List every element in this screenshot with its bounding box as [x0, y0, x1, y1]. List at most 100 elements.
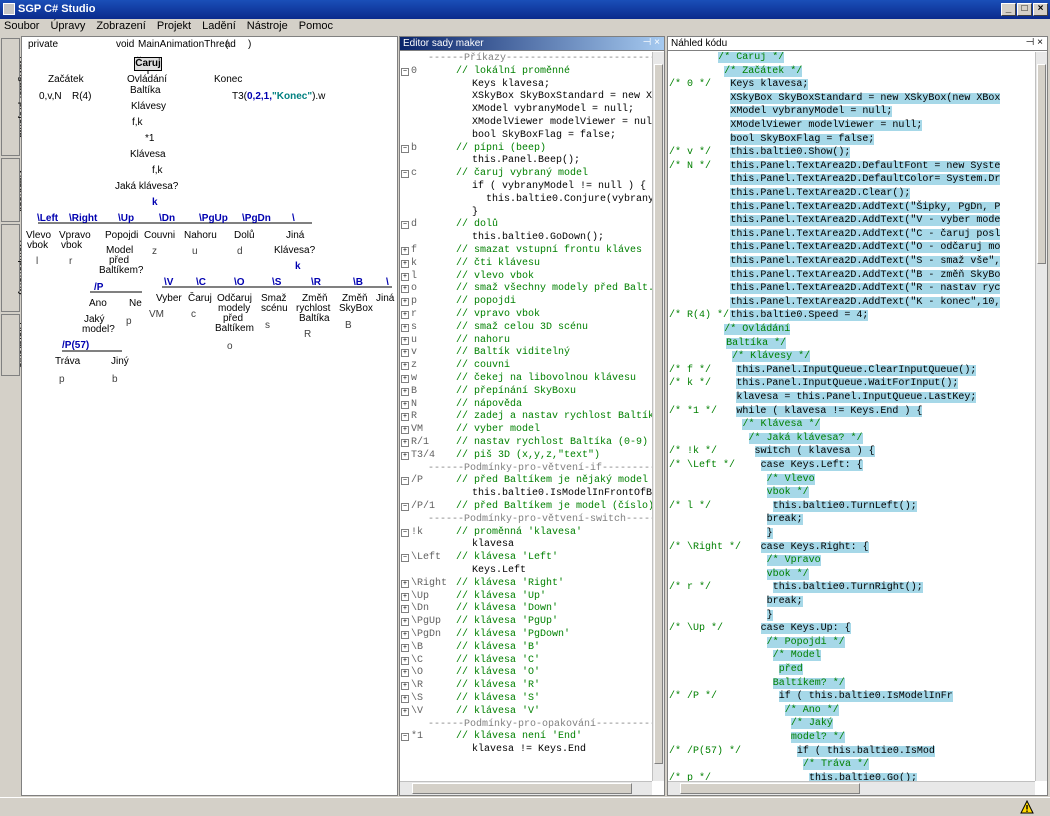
- diagram-node[interactable]: f,k: [132, 117, 143, 128]
- diagram-macro[interactable]: p: [59, 374, 65, 385]
- preview-line[interactable]: /* \Up */ case Keys.Up: {: [668, 623, 1035, 637]
- preview-line[interactable]: /* Jaký: [668, 718, 1035, 732]
- preview-line[interactable]: /* \Left */ case Keys.Left: {: [668, 460, 1035, 474]
- diagram-macro[interactable]: s: [265, 320, 270, 331]
- diagram-node[interactable]: 0,v,N: [39, 91, 62, 102]
- preview-line[interactable]: /* Ano */: [668, 704, 1035, 719]
- diagram-node[interactable]: *1: [145, 133, 154, 144]
- editor-vscroll[interactable]: [652, 52, 664, 781]
- expand-icon[interactable]: +: [401, 669, 409, 678]
- collapse-icon[interactable]: −: [401, 144, 409, 153]
- diagram-condition[interactable]: \S: [272, 277, 281, 288]
- expand-icon[interactable]: +: [401, 439, 409, 447]
- preview-line[interactable]: }: [668, 528, 1035, 542]
- expand-icon[interactable]: +: [401, 336, 409, 345]
- expand-icon[interactable]: +: [401, 631, 409, 639]
- diagram-macro[interactable]: B: [345, 320, 352, 331]
- expand-icon[interactable]: +: [401, 579, 409, 588]
- diagram-condition[interactable]: \O: [234, 277, 245, 288]
- diagram-macro[interactable]: d: [237, 246, 243, 257]
- diagram-condition[interactable]: \PgDn: [242, 213, 271, 224]
- collapse-icon[interactable]: −: [401, 554, 409, 563]
- collapse-icon[interactable]: −: [401, 67, 409, 76]
- preview-line[interactable]: /* N */ this.Panel.TextArea2D.DefaultFont…: [668, 160, 1035, 175]
- collapse-icon[interactable]: −: [401, 221, 409, 230]
- diagram-condition[interactable]: /P: [94, 282, 103, 293]
- diagram-node[interactable]: Klávesa?: [274, 245, 315, 256]
- expand-icon[interactable]: +: [401, 311, 409, 319]
- preview-line[interactable]: break;: [668, 596, 1035, 610]
- diagram-node[interactable]: Jiná: [286, 230, 304, 241]
- diagram-node[interactable]: model?: [82, 324, 115, 335]
- diagram-condition[interactable]: \: [386, 277, 389, 288]
- expand-icon[interactable]: +: [401, 413, 409, 422]
- menu-item[interactable]: Pomoc: [299, 20, 333, 32]
- diagram-macro[interactable]: p: [126, 316, 132, 327]
- diagram-node[interactable]: Jiná: [376, 293, 394, 304]
- diagram-condition[interactable]: \R: [311, 277, 321, 288]
- expand-icon[interactable]: +: [401, 656, 409, 665]
- expand-icon[interactable]: +: [401, 695, 409, 703]
- preview-line[interactable]: this.Panel.TextArea2D.AddText("O - odčar…: [668, 242, 1035, 256]
- preview-line[interactable]: XModelViewer modelViewer = null;: [668, 120, 1035, 134]
- diagram-node[interactable]: Couvni: [144, 230, 175, 241]
- diagram-condition[interactable]: \C: [196, 277, 206, 288]
- preview-line[interactable]: model? */: [668, 732, 1035, 746]
- expand-icon[interactable]: +: [401, 272, 409, 281]
- vtab-item[interactable]: Navigátor projektu: [1, 38, 28, 156]
- preview-line[interactable]: /* l */ this.baltie0.TurnLeft();: [668, 500, 1035, 515]
- preview-line[interactable]: /* Model: [668, 650, 1035, 664]
- preview-line[interactable]: /* f */ this.Panel.InputQueue.ClearInputQ…: [668, 364, 1035, 379]
- diagram-node[interactable]: vbok: [61, 240, 82, 251]
- minimize-button[interactable]: _: [1001, 3, 1016, 16]
- diagram-condition[interactable]: \V: [164, 277, 173, 288]
- diagram-macro[interactable]: u: [192, 246, 198, 257]
- preview-line[interactable]: /* /P */ if ( this.baltie0.IsModelInFr: [668, 691, 1035, 705]
- expand-icon[interactable]: +: [401, 682, 409, 691]
- preview-line[interactable]: this.Panel.TextArea2D.AddText("K - konec…: [668, 296, 1035, 311]
- preview-line[interactable]: this.Panel.TextArea2D.AddText("C - čaruj…: [668, 228, 1035, 243]
- expand-icon[interactable]: +: [401, 592, 409, 601]
- menu-item[interactable]: Projekt: [157, 20, 191, 32]
- expand-icon[interactable]: +: [401, 605, 409, 614]
- preview-line[interactable]: Baltíka */: [668, 337, 1035, 352]
- preview-line[interactable]: /* Klávesa */: [668, 419, 1035, 433]
- preview-line[interactable]: /* *1 */ while ( klavesa != Keys.End ) {: [668, 405, 1035, 420]
- preview-line[interactable]: this.Panel.TextArea2D.Clear();: [668, 188, 1035, 202]
- preview-body[interactable]: /* Čaruj */ /* Začátek */ /* 0 */ Keys klav…: [668, 52, 1035, 781]
- diagram-node[interactable]: Konec: [214, 74, 242, 85]
- preview-line[interactable]: /* /P(57) */ if ( this.baltie0.IsMod: [668, 745, 1035, 760]
- preview-line[interactable]: /* r */ this.baltie0.TurnRight();: [668, 582, 1035, 596]
- editor-hscroll[interactable]: [400, 781, 652, 795]
- menu-item[interactable]: Soubor: [4, 20, 39, 32]
- collapse-icon[interactable]: −: [401, 477, 409, 486]
- preview-line[interactable]: /* Tráva */: [668, 759, 1035, 773]
- diagram-macro[interactable]: R: [304, 329, 311, 340]
- preview-line[interactable]: /* Popojdi */: [668, 636, 1035, 651]
- diagram-condition[interactable]: \Right: [69, 213, 97, 224]
- preview-line[interactable]: /* !k */ switch ( klavesa ) {: [668, 446, 1035, 460]
- diagram-condition[interactable]: \Up: [118, 213, 134, 224]
- diagram-node[interactable]: Ne: [129, 298, 142, 309]
- preview-line[interactable]: }: [668, 609, 1035, 624]
- diagram-node[interactable]: Vyber: [156, 293, 182, 304]
- diagram-condition[interactable]: k: [295, 261, 301, 272]
- diagram-node[interactable]: Tráva: [55, 356, 80, 367]
- diagram-node[interactable]: Baltíkem: [215, 323, 254, 334]
- diagram-node[interactable]: SkyBox: [339, 303, 373, 314]
- diagram-condition[interactable]: \PgUp: [199, 213, 228, 224]
- diagram-condition[interactable]: \Dn: [159, 213, 175, 224]
- pin-close-icon[interactable]: ⊣ ×: [1026, 37, 1043, 48]
- expand-icon[interactable]: +: [401, 707, 409, 716]
- diagram-node[interactable]: Čaruj: [188, 293, 212, 304]
- preview-line[interactable]: /* Začátek */: [668, 65, 1035, 80]
- diagram-macro[interactable]: l: [36, 256, 38, 267]
- preview-line[interactable]: /* k */ this.Panel.InputQueue.WaitForInpu…: [668, 378, 1035, 392]
- preview-line[interactable]: XSkyBox SkyBoxStandard = new XSkyBox(new…: [668, 92, 1035, 107]
- diagram-condition[interactable]: \B: [353, 277, 363, 288]
- preview-line[interactable]: /* Čaruj */: [668, 52, 1035, 66]
- preview-line[interactable]: /* Klávesy */: [668, 351, 1035, 365]
- preview-line[interactable]: klavesa = this.Panel.InputQueue.LastKey;: [668, 392, 1035, 406]
- maximize-button[interactable]: □: [1017, 3, 1032, 16]
- diagram-node[interactable]: scénu: [261, 303, 288, 314]
